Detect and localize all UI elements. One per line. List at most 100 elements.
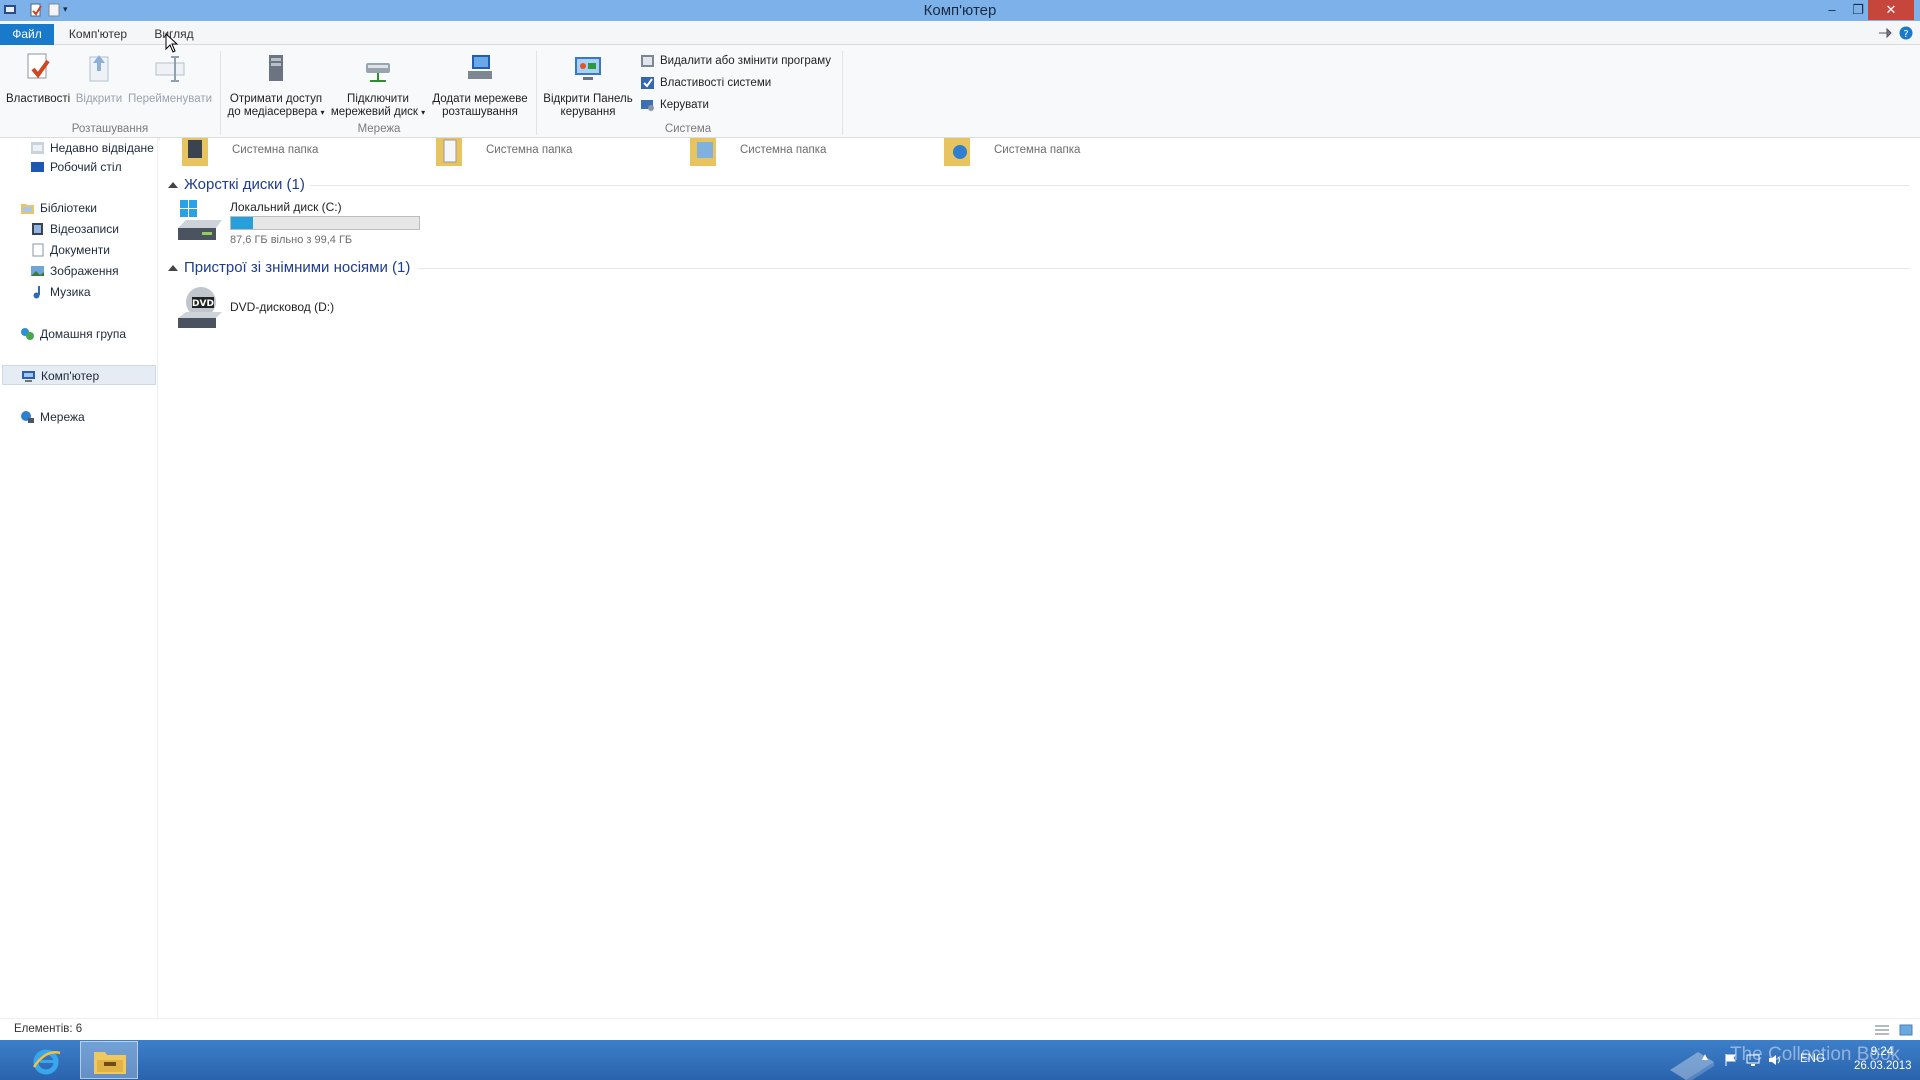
internet-explorer-taskbar-button[interactable] [22, 1041, 70, 1079]
manage-icon [641, 100, 654, 111]
nav-item-desktop[interactable]: Робочий стіл [30, 157, 122, 177]
map-network-drive-button[interactable]: Підключити мережевий диск ▾ [328, 51, 428, 119]
svg-text:DVD: DVD [192, 299, 214, 309]
tab-computer[interactable]: Комп'ютер [62, 24, 134, 45]
pin-ribbon-icon[interactable] [1878, 27, 1892, 39]
network-drive-icon [366, 63, 390, 82]
drive-c-usage-fill [231, 217, 254, 229]
homegroup-icon [21, 328, 34, 340]
drive-c-space: 87,6 ГБ вільно з 99,4 ГБ [230, 234, 353, 246]
group-separator [536, 51, 537, 135]
file-explorer-icon [94, 1052, 126, 1074]
group-separator [842, 51, 843, 135]
details-view-icon[interactable] [1875, 1024, 1889, 1036]
collapse-arrow-icon [168, 182, 178, 189]
open-button[interactable]: Відкрити [72, 51, 126, 106]
item-count: Елементів: 6 [14, 1023, 83, 1035]
drive-d-name: DVD-дисковод (D:) [230, 300, 335, 314]
music-folder-icon [944, 138, 970, 166]
rename-button[interactable]: Перейменувати [126, 51, 214, 106]
documents-folder-icon [436, 138, 462, 166]
music-icon [33, 286, 40, 299]
folder-item[interactable]: Системна папка [180, 138, 420, 168]
dropdown-arrow-icon: ▾ [320, 108, 325, 117]
help-icon[interactable]: ? [1899, 26, 1913, 40]
dropdown-arrow-icon: ▾ [421, 108, 426, 117]
documents-icon [32, 243, 44, 257]
minimize-button[interactable]: ‒ [1818, 0, 1846, 20]
group-header-hard-drives[interactable]: Жорсткі диски (1) [168, 176, 305, 193]
manage-button[interactable]: Керувати [640, 96, 709, 114]
local-disk-icon [178, 200, 222, 240]
nav-item-recent[interactable]: Недавно відвідане [30, 138, 154, 158]
nav-item-music[interactable]: Музика [30, 282, 91, 302]
taskbar: The Collection Book ▲ ENG 9:24 26.03.201… [0, 1040, 1920, 1080]
internet-explorer-icon [32, 1049, 61, 1075]
group-header-removable[interactable]: Пристрої зі знімними носіями (1) [168, 259, 410, 276]
drive-c-name: Локальний диск (C:) [230, 200, 342, 214]
nav-item-documents[interactable]: Документи [30, 240, 110, 260]
clock-time: 9:24 [1870, 1046, 1894, 1058]
properties-icon [27, 53, 50, 79]
drive-d-item[interactable]: DVD DVD-дисковод (D:) [176, 286, 476, 336]
language-indicator[interactable]: ENG [1800, 1053, 1825, 1080]
drive-c-usage-bar [230, 216, 420, 230]
drive-c-item[interactable]: Локальний диск (C:) 87,6 ГБ вільно з 99,… [176, 200, 476, 260]
ribbon-tabs: Файл Комп'ютер Вигляд ? [0, 21, 1920, 45]
nav-item-pictures[interactable]: Зображення [30, 261, 119, 281]
nav-item-network[interactable]: Мережа [20, 407, 85, 427]
action-center-flag-icon[interactable] [1724, 1053, 1738, 1067]
volume-icon[interactable] [1768, 1053, 1784, 1067]
desktop-icon [31, 162, 44, 172]
group-divider [310, 185, 1910, 186]
uninstall-icon [641, 55, 654, 67]
nav-item-computer[interactable]: Комп'ютер [2, 365, 156, 385]
file-explorer-taskbar-button[interactable] [80, 1041, 138, 1079]
svg-text:?: ? [1903, 29, 1908, 40]
add-network-location-button[interactable]: Додати мережеве розташування [428, 51, 532, 119]
system-properties-button[interactable]: Властивості системи [640, 74, 771, 92]
computer-icon [22, 371, 35, 382]
media-server-icon [269, 55, 283, 81]
folder-item[interactable]: Системна папка [434, 138, 674, 168]
mouse-cursor-icon [165, 33, 179, 53]
uninstall-program-button[interactable]: Видалити або змінити програму [640, 52, 831, 70]
group-label-network: Мережа [357, 123, 401, 135]
explorer-window: ▾ Комп'ютер ‒ ❐ ✕ Файл Комп'ютер Вигляд … [0, 0, 1920, 1080]
clock-date: 26.03.2013 [1854, 1060, 1912, 1072]
network-location-icon [468, 55, 492, 79]
pictures-icon [31, 266, 44, 276]
rename-icon [155, 56, 185, 82]
show-hidden-icons-chevron-icon[interactable]: ▲ [1700, 1052, 1710, 1080]
properties-button[interactable]: Властивості [6, 51, 70, 106]
group-divider [418, 268, 1910, 269]
nav-item-libraries[interactable]: Бібліотеки [20, 198, 97, 218]
dvd-drive-icon: DVD [178, 287, 222, 328]
folder-item[interactable]: Системна папка [942, 138, 1182, 168]
nav-item-videos[interactable]: Відеозаписи [30, 219, 119, 239]
content-area: Системна папка Системна папка Системна п… [160, 138, 1920, 1018]
control-panel-icon [575, 57, 601, 80]
nav-item-homegroup[interactable]: Домашня група [20, 324, 126, 344]
network-tray-icon[interactable] [1746, 1053, 1760, 1067]
close-button[interactable]: ✕ [1868, 0, 1914, 20]
videos-folder-icon [182, 138, 208, 166]
watermark-book-icon [1670, 1052, 1714, 1080]
libraries-icon [21, 204, 34, 214]
folder-item[interactable]: Системна папка [688, 138, 928, 168]
open-control-panel-button[interactable]: Відкрити Панель керування [540, 51, 636, 119]
collapse-arrow-icon [168, 265, 178, 272]
pictures-folder-icon [690, 138, 716, 166]
tab-file[interactable]: Файл [0, 24, 54, 45]
recent-places-icon [31, 142, 44, 154]
system-properties-icon [641, 77, 654, 89]
group-label-location: Розташування [71, 123, 149, 135]
group-label-system: Система [664, 123, 712, 135]
videos-icon [32, 223, 43, 235]
network-icon [21, 411, 34, 423]
window-title: Комп'ютер [923, 2, 997, 19]
title-bar: ▾ Комп'ютер ‒ ❐ ✕ [0, 0, 1920, 21]
access-media-button[interactable]: Отримати доступ до медіасервера ▾ [226, 51, 326, 119]
clock[interactable]: 9:24 26.03.2013 [1854, 1046, 1912, 1080]
large-icons-view-icon[interactable] [1899, 1024, 1913, 1036]
